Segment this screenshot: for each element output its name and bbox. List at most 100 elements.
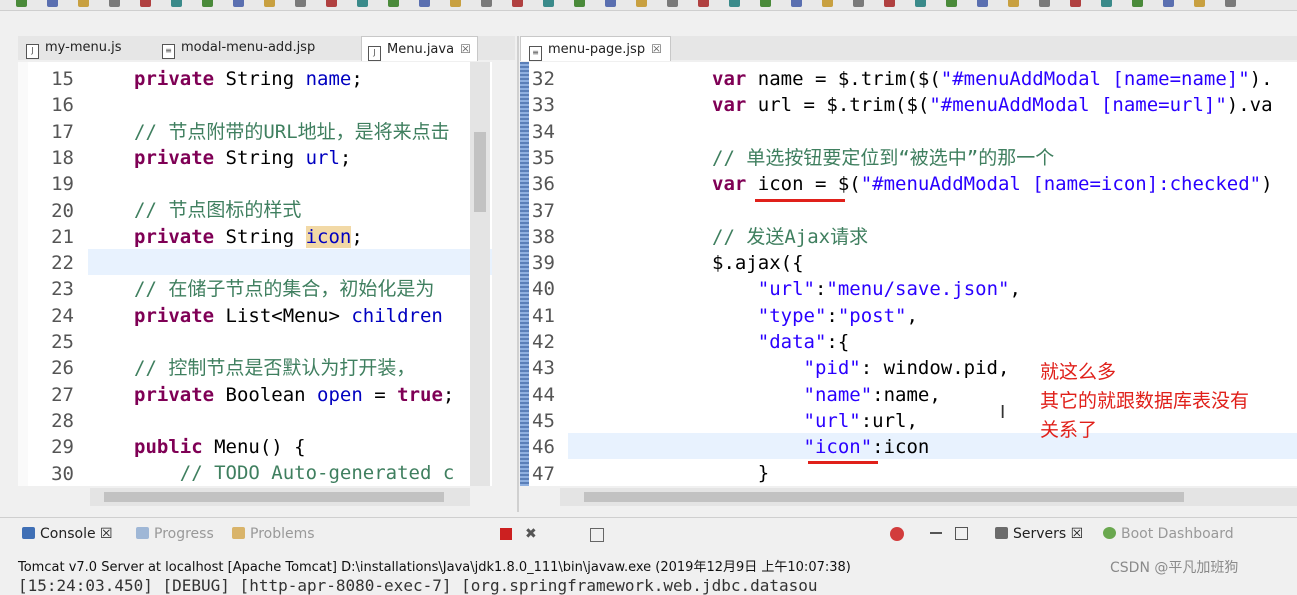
code-line: var url = $.trim($("#menuAddModal [name=… <box>712 92 1273 118</box>
code-token: private <box>134 68 215 90</box>
code-line: // 单选按钮要定位到“被选中”的那一个 <box>712 145 1273 171</box>
code-line: private String name; <box>134 66 454 92</box>
toolbar-button-icon[interactable] <box>1225 0 1236 7</box>
toolbar-button-icon[interactable] <box>1132 0 1143 7</box>
line-number: 41 <box>532 304 555 327</box>
toolbar-button-icon[interactable] <box>605 0 616 7</box>
toolbar-button-icon[interactable] <box>543 0 554 7</box>
code-token: "#menuAddModal [name=url]" <box>929 94 1227 117</box>
toolbar-button-icon[interactable] <box>574 0 585 7</box>
toolbar-button-icon[interactable] <box>109 0 120 7</box>
toolbar-button-icon[interactable] <box>295 0 306 7</box>
left-vertical-scrollbar[interactable] <box>470 62 490 486</box>
toolbar-button-icon[interactable] <box>171 0 182 7</box>
toolbar-button-icon[interactable] <box>450 0 461 7</box>
toolbar-button-icon[interactable] <box>388 0 399 7</box>
toolbar-button-icon[interactable] <box>915 0 926 7</box>
servers-icon <box>995 527 1008 539</box>
minimize-icon[interactable] <box>930 532 942 534</box>
remove-launch-icon[interactable]: ✖ <box>525 526 537 542</box>
left-editor-tabbar: Jmy-menu.js ≡ modal-menu-add.jsp J Menu.ja… <box>18 36 515 61</box>
scroll-thumb[interactable] <box>474 132 486 212</box>
scroll-thumb[interactable] <box>584 492 1184 502</box>
toolbar-button-icon[interactable] <box>946 0 957 7</box>
toolbar-button-icon[interactable] <box>264 0 275 7</box>
code-line: private String url; <box>134 145 454 171</box>
line-number: 23 <box>51 278 74 301</box>
code-token: "url" <box>757 278 815 301</box>
terminate-icon[interactable] <box>500 528 512 540</box>
tab-console[interactable]: Console ☒ <box>22 526 113 542</box>
toolbar-button-icon[interactable] <box>698 0 709 7</box>
tab-menu-java[interactable]: J Menu.java ☒ <box>361 36 478 61</box>
tab-servers[interactable]: Servers ☒ <box>995 526 1083 542</box>
toolbar-button-icon[interactable] <box>78 0 89 7</box>
code-token: true <box>397 383 443 406</box>
line-number: 38 <box>532 225 555 248</box>
toolbar-button-icon[interactable] <box>1163 0 1174 7</box>
pin-console-icon[interactable] <box>590 528 604 542</box>
toolbar-button-icon[interactable] <box>357 0 368 7</box>
toolbar-button-icon[interactable] <box>729 0 740 7</box>
toolbar-button-icon[interactable] <box>791 0 802 7</box>
toolbar-button-icon[interactable] <box>977 0 988 7</box>
tab-menu-page-jsp[interactable]: ≡ menu-page.jsp ☒ <box>520 36 671 61</box>
code-token: children <box>351 304 443 327</box>
toolbar-button-icon[interactable] <box>822 0 833 7</box>
toolbar-button-icon[interactable] <box>636 0 647 7</box>
scroll-thumb[interactable] <box>104 492 444 502</box>
tab-modal-menu-add-jsp[interactable]: ≡ modal-menu-add.jsp <box>162 36 315 60</box>
toolbar-button-icon[interactable] <box>326 0 337 7</box>
annotation-line: 其它的就跟数据库表没有 <box>1040 390 1250 412</box>
code-token: :{ <box>826 330 850 353</box>
toolbar-button-icon[interactable] <box>16 0 27 7</box>
code-token: "pid" <box>803 357 861 380</box>
toolbar-button-icon[interactable] <box>760 0 771 7</box>
code-token: "url" <box>803 409 861 432</box>
toolbar-button-icon[interactable] <box>481 0 492 7</box>
toolbar-button-icon[interactable] <box>1070 0 1081 7</box>
toolbar-button-icon[interactable] <box>1101 0 1112 7</box>
toolbar-button-icon[interactable] <box>667 0 678 7</box>
tab-progress[interactable]: Progress <box>136 526 214 542</box>
close-icon[interactable]: ☒ <box>460 42 471 56</box>
code-line: private List<Menu> children <box>134 303 454 329</box>
right-horizontal-scrollbar[interactable] <box>560 488 1297 506</box>
code-token: "#menuAddModal [name=icon]:checked" <box>860 173 1262 196</box>
toolbar-button-icon[interactable] <box>47 0 58 7</box>
close-icon[interactable]: ☒ <box>651 42 662 56</box>
toolbar-button-icon[interactable] <box>202 0 213 7</box>
console-output-line: [15:24:03.450] [DEBUG] [http-apr-8080-ex… <box>18 576 818 595</box>
toolbar-button-icon[interactable] <box>884 0 895 7</box>
toolbar-button-icon[interactable] <box>1008 0 1019 7</box>
toolbar-button-icon[interactable] <box>140 0 151 7</box>
maximize-icon[interactable] <box>955 527 968 540</box>
toolbar-button-icon[interactable] <box>233 0 244 7</box>
editor-ruler <box>18 62 28 486</box>
left-horizontal-scrollbar[interactable] <box>90 488 470 506</box>
editor-splitter[interactable] <box>517 36 519 512</box>
toolbar-button-icon[interactable] <box>1194 0 1205 7</box>
toolbar-button-icon[interactable] <box>419 0 430 7</box>
toolbar-button-icon[interactable] <box>512 0 523 7</box>
close-icon[interactable]: ☒ <box>100 526 113 542</box>
toolbar-button-icon[interactable] <box>1039 0 1050 7</box>
code-area[interactable]: private String name;// 节点附带的URL地址，是将来点击 p… <box>134 66 454 486</box>
tab-my-menu-js[interactable]: Jmy-menu.js <box>26 36 121 60</box>
close-icon[interactable]: ☒ <box>1071 526 1084 542</box>
code-token: "data" <box>757 330 827 353</box>
code-token: var <box>712 94 747 117</box>
open-console-icon[interactable] <box>890 527 904 541</box>
line-number: 43 <box>532 357 555 380</box>
tab-problems[interactable]: Problems <box>232 526 315 542</box>
left-editor[interactable]: 15 16 17 18 19 20 21 22 23 24 25 26 27 28 29 30 private… <box>18 62 492 486</box>
toolbar-button-icon[interactable] <box>853 0 864 7</box>
line-number: 22 <box>51 252 74 275</box>
code-token: String <box>214 225 306 248</box>
tab-boot-dashboard[interactable]: Boot Dashboard <box>1103 526 1234 542</box>
code-token: ) <box>1261 173 1273 196</box>
watermark: CSDN @平凡加班狗 <box>1110 560 1239 576</box>
